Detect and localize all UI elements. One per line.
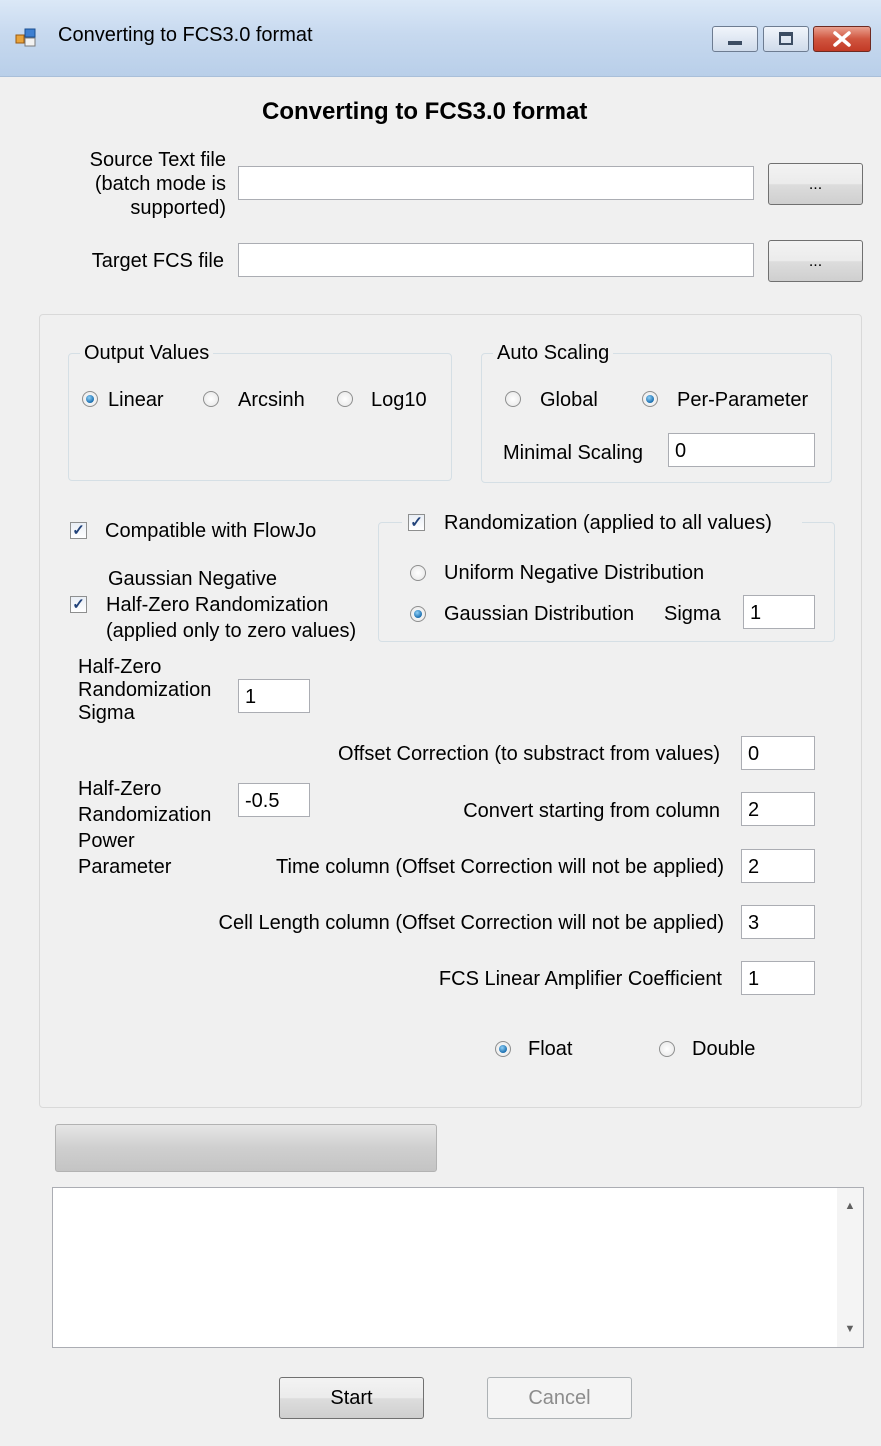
start-button[interactable]: Start bbox=[279, 1377, 424, 1419]
auto-scaling-title: Auto Scaling bbox=[493, 342, 614, 365]
cell-length-column-label: Cell Length column (Offset Correction wi… bbox=[218, 912, 724, 934]
amplifier-input[interactable]: 1 bbox=[741, 961, 815, 995]
randomization-title[interactable]: Randomization (applied to all values) bbox=[444, 512, 772, 535]
start-column-input[interactable]: 2 bbox=[741, 792, 815, 826]
minimize-button[interactable] bbox=[712, 26, 758, 52]
scroll-up-arrow-icon[interactable]: ▲ bbox=[837, 1200, 863, 1212]
minimal-scaling-input[interactable]: 0 bbox=[668, 433, 815, 467]
randomization-checkbox[interactable]: ✓ bbox=[408, 514, 425, 531]
scroll-down-arrow-icon[interactable]: ▼ bbox=[837, 1323, 863, 1335]
window-title: Converting to FCS3.0 format bbox=[58, 24, 313, 46]
half-zero-power-label-line: Randomization bbox=[78, 804, 212, 826]
app-icon bbox=[15, 26, 37, 48]
gaussian-half-zero-label-line: Gaussian Negative bbox=[108, 568, 277, 590]
global-label[interactable]: Global bbox=[540, 389, 598, 412]
linear-radio[interactable] bbox=[82, 391, 98, 407]
arcsinh-label[interactable]: Arcsinh bbox=[238, 389, 305, 412]
output-values-group bbox=[68, 353, 452, 481]
source-file-label-line: Source Text file bbox=[89, 149, 226, 171]
linear-label[interactable]: Linear bbox=[108, 389, 164, 412]
global-radio[interactable] bbox=[505, 391, 521, 407]
half-zero-power-label: Half-Zero Randomization Power Parameter bbox=[78, 776, 211, 880]
close-button[interactable] bbox=[813, 26, 871, 52]
close-icon bbox=[833, 31, 851, 47]
float-radio[interactable] bbox=[495, 1041, 511, 1057]
offset-correction-input[interactable]: 0 bbox=[741, 736, 815, 770]
half-zero-sigma-label: Half-Zero Randomization Sigma bbox=[78, 656, 211, 725]
cancel-button[interactable]: Cancel bbox=[487, 1377, 632, 1419]
half-zero-sigma-label-line: Randomization bbox=[78, 679, 212, 701]
source-file-label-line: (batch mode is bbox=[94, 173, 226, 195]
cell-length-column-input[interactable]: 3 bbox=[741, 905, 815, 939]
target-file-input[interactable] bbox=[238, 243, 754, 277]
half-zero-sigma-label-line: Sigma bbox=[78, 702, 135, 724]
maximize-icon bbox=[779, 32, 793, 45]
arcsinh-radio[interactable] bbox=[203, 391, 219, 407]
per-parameter-label[interactable]: Per-Parameter bbox=[677, 389, 808, 412]
double-radio[interactable] bbox=[659, 1041, 675, 1057]
gaussian-half-zero-label-line: (applied only to zero values) bbox=[106, 620, 357, 642]
title-bar[interactable]: Converting to FCS3.0 format bbox=[0, 0, 881, 77]
time-column-label: Time column (Offset Correction will not … bbox=[276, 856, 724, 878]
source-file-input[interactable] bbox=[238, 166, 754, 200]
per-parameter-radio[interactable] bbox=[642, 391, 658, 407]
half-zero-power-label-line: Half-Zero bbox=[78, 778, 162, 800]
gaussian-half-zero-label[interactable]: Gaussian Negative Half-Zero Randomizatio… bbox=[106, 566, 356, 644]
gaussian-half-zero-label-line: Half-Zero Randomization bbox=[106, 594, 329, 616]
output-values-title: Output Values bbox=[80, 342, 214, 365]
source-file-label: Source Text file (batch mode is supporte… bbox=[40, 148, 226, 220]
float-label[interactable]: Float bbox=[528, 1038, 572, 1061]
log10-radio[interactable] bbox=[337, 391, 353, 407]
minimal-scaling-label: Minimal Scaling bbox=[503, 442, 644, 464]
double-label[interactable]: Double bbox=[692, 1038, 755, 1061]
half-zero-power-label-line: Power bbox=[78, 830, 135, 852]
page-title: Converting to FCS3.0 format bbox=[262, 98, 588, 125]
flowjo-label[interactable]: Compatible with FlowJo bbox=[105, 520, 316, 543]
flowjo-checkbox[interactable]: ✓ bbox=[70, 522, 87, 539]
maximize-button[interactable] bbox=[763, 26, 809, 52]
half-zero-sigma-label-line: Half-Zero bbox=[78, 656, 162, 678]
gaussian-distribution-label[interactable]: Gaussian Distribution bbox=[444, 603, 634, 626]
half-zero-power-label-line: Parameter bbox=[78, 856, 172, 878]
gaussian-half-zero-checkbox[interactable]: ✓ bbox=[70, 596, 87, 613]
log-textbox[interactable]: ▲ ▼ bbox=[52, 1187, 864, 1348]
minimize-icon bbox=[728, 41, 742, 45]
source-browse-button[interactable]: ... bbox=[768, 163, 863, 205]
target-browse-button[interactable]: ... bbox=[768, 240, 863, 282]
offset-correction-label: Offset Correction (to substract from val… bbox=[338, 743, 720, 765]
sigma-label: Sigma bbox=[664, 603, 721, 625]
half-zero-sigma-input[interactable]: 1 bbox=[238, 679, 310, 713]
half-zero-power-input[interactable]: -0.5 bbox=[238, 783, 310, 817]
uniform-negative-radio[interactable] bbox=[410, 565, 426, 581]
amplifier-label: FCS Linear Amplifier Coefficient bbox=[438, 968, 722, 990]
progress-bar bbox=[55, 1124, 437, 1172]
gaussian-distribution-radio[interactable] bbox=[410, 606, 426, 622]
log10-label[interactable]: Log10 bbox=[371, 389, 427, 412]
uniform-negative-label[interactable]: Uniform Negative Distribution bbox=[444, 562, 704, 585]
time-column-input[interactable]: 2 bbox=[741, 849, 815, 883]
start-column-label: Convert starting from column bbox=[463, 800, 720, 822]
log-scrollbar[interactable]: ▲ ▼ bbox=[837, 1188, 863, 1347]
sigma-input[interactable]: 1 bbox=[743, 595, 815, 629]
target-file-label: Target FCS file bbox=[91, 250, 224, 272]
source-file-label-line: supported) bbox=[130, 197, 226, 219]
